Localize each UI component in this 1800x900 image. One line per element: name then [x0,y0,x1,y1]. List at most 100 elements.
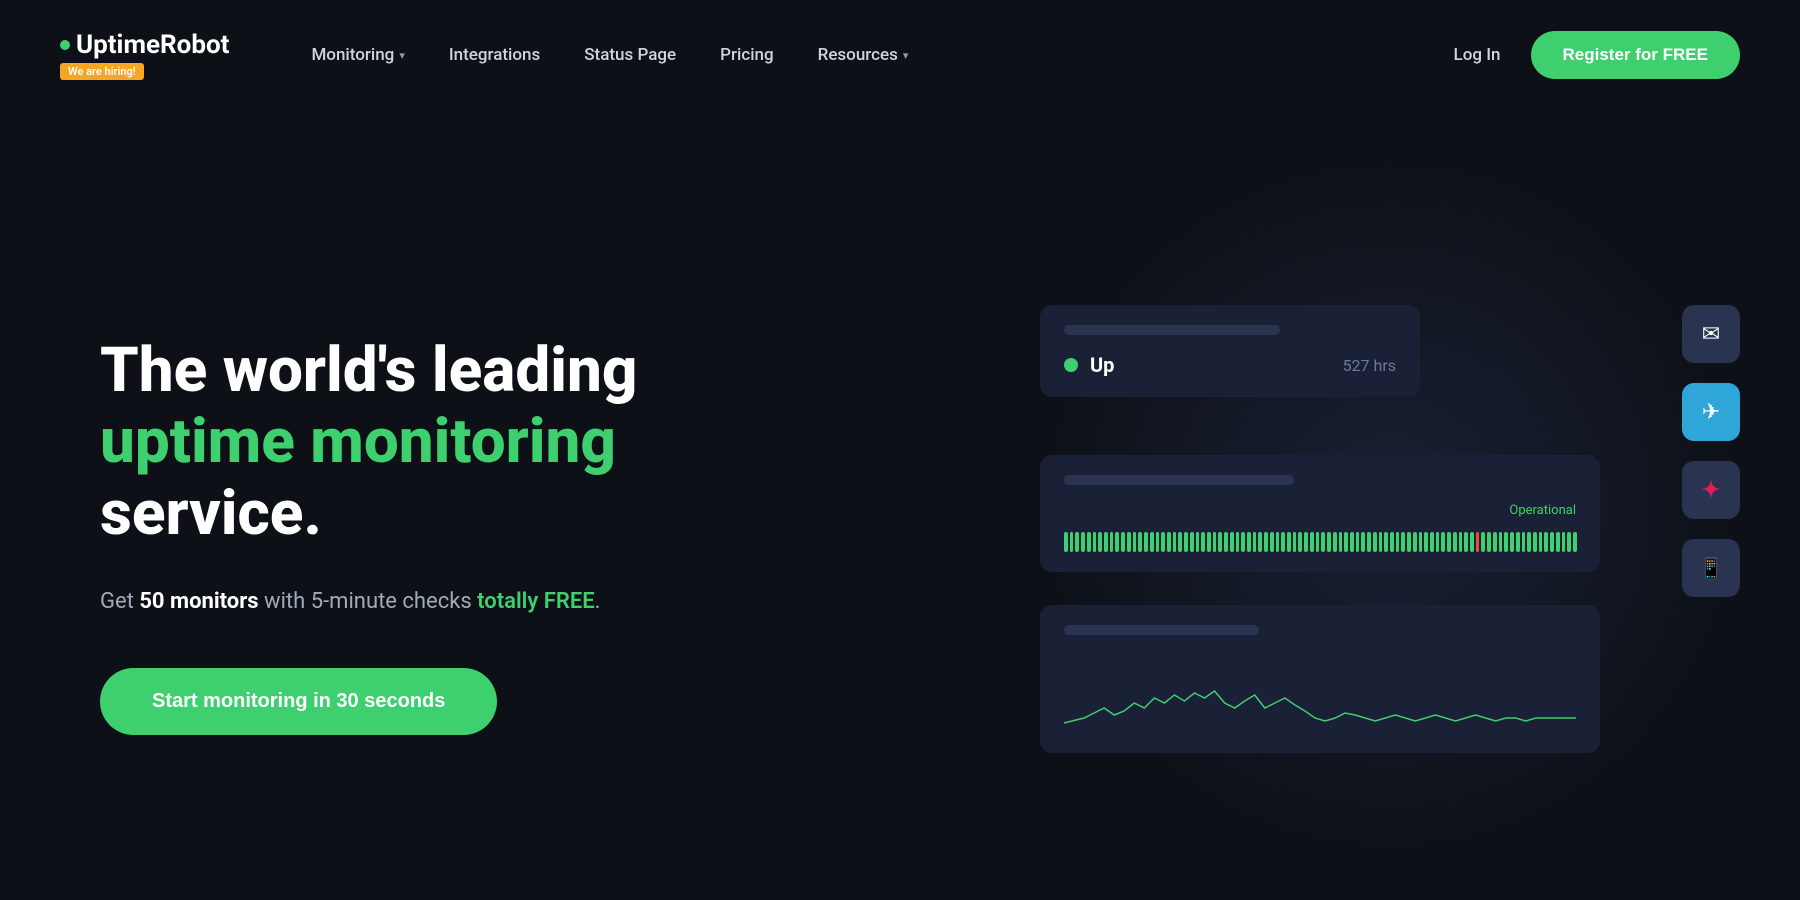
dashboard-container: Up 527 hrs Operational [1040,245,1740,765]
bar-segment [1476,532,1480,552]
bar-segment [1133,532,1137,552]
login-link[interactable]: Log In [1454,45,1501,65]
bar-segment [1567,532,1571,552]
bar-segment [1333,532,1337,552]
bar-segment [1447,532,1451,552]
hero-sub-p1: Get [100,589,139,614]
status-hours: 527 hrs [1343,356,1396,375]
phone-icon: 📱 [1682,539,1740,597]
nav-monitoring-label: Monitoring [311,45,394,65]
bar-segment [1270,532,1274,552]
bar-segment [1527,532,1531,552]
hero-sub-green: totally FREE [477,589,595,614]
bar-segment [1110,532,1114,552]
bar-segment [1241,532,1245,552]
bar-segment [1396,532,1400,552]
bar-segment [1310,532,1314,552]
bar-segment [1384,532,1388,552]
bar-segment [1190,532,1194,552]
bar-segment [1441,532,1445,552]
bar-segment [1321,532,1325,552]
hero-section: The world's leading uptime monitoring se… [0,110,1800,900]
logo-dot [60,40,70,50]
bar-segment [1316,532,1320,552]
bar-segment [1098,532,1102,552]
bar-segment [1367,532,1371,552]
chevron-down-icon-2: ▾ [903,49,909,62]
chevron-down-icon: ▾ [399,49,405,62]
nav-resources-label: Resources [818,45,898,65]
nav-integrations[interactable]: Integrations [427,37,562,73]
bar-segment [1344,532,1348,552]
bar-segment [1178,532,1182,552]
bar-segment [1121,532,1125,552]
bar-segment [1167,532,1171,552]
logo[interactable]: UptimeRobot [60,30,229,60]
bar-segment [1413,532,1417,552]
hero-left: The world's leading uptime monitoring se… [100,335,800,735]
bar-segment [1264,532,1268,552]
bar-segment [1287,532,1291,552]
bar-segment [1070,532,1074,552]
bar-segment [1522,532,1526,552]
bar-segment [1430,532,1434,552]
status-up-label: Up [1090,353,1114,377]
nav-resources[interactable]: Resources ▾ [796,37,931,73]
status-card: Up 527 hrs [1040,305,1420,397]
bar-segment [1127,532,1131,552]
hero-sub-p3: . [595,589,601,614]
bar-segment [1258,532,1262,552]
bar-segment [1304,532,1308,552]
status-row: Up 527 hrs [1064,353,1396,377]
bar-segment [1339,532,1343,552]
logo-text: UptimeRobot [76,30,229,60]
bar-segment [1424,532,1428,552]
bar-segment [1087,532,1091,552]
bar-segment [1276,532,1280,552]
card-bar-2 [1064,475,1294,485]
bar-segment [1224,532,1228,552]
bar-segment [1253,532,1257,552]
bar-chart [1064,524,1576,552]
bar-segment [1184,532,1188,552]
hero-right: Up 527 hrs Operational [980,110,1800,900]
bar-segment [1350,532,1354,552]
bar-segment [1161,532,1165,552]
bar-segment [1218,532,1222,552]
cta-button[interactable]: Start monitoring in 30 seconds [100,668,497,735]
bar-segment [1453,532,1457,552]
hero-sub-p2: with 5-minute checks [259,589,478,614]
bar-segment [1361,532,1365,552]
bar-segment [1064,532,1068,552]
bar-segment [1436,532,1440,552]
nav-monitoring[interactable]: Monitoring ▾ [289,37,426,73]
bar-segment [1487,532,1491,552]
bar-segment [1104,532,1108,552]
nav-integrations-label: Integrations [449,45,540,65]
hiring-badge[interactable]: We are hiring! [60,63,144,80]
bar-segment [1093,532,1097,552]
hero-title-line3: service. [100,477,322,550]
bar-segment [1379,532,1383,552]
bar-segment [1081,532,1085,552]
bar-segment [1516,532,1520,552]
register-button[interactable]: Register for FREE [1531,31,1740,79]
bar-segment [1201,532,1205,552]
nav-right: Log In Register for FREE [1454,31,1740,79]
bar-segment [1539,532,1543,552]
nav-pricing[interactable]: Pricing [698,37,796,73]
bar-segment [1115,532,1119,552]
bar-segment [1356,532,1360,552]
nav-pricing-label: Pricing [720,45,774,65]
hero-title: The world's leading uptime monitoring se… [100,335,800,549]
bar-segment [1144,532,1148,552]
bar-segment [1293,532,1297,552]
nav-links: Monitoring ▾ Integrations Status Page Pr… [289,37,1453,73]
line-chart-card [1040,605,1600,753]
bar-segment [1407,532,1411,552]
bar-segment [1207,532,1211,552]
bar-segment [1481,532,1485,552]
line-chart [1064,653,1576,733]
nav-status-page[interactable]: Status Page [562,37,698,73]
bar-segment [1499,532,1503,552]
